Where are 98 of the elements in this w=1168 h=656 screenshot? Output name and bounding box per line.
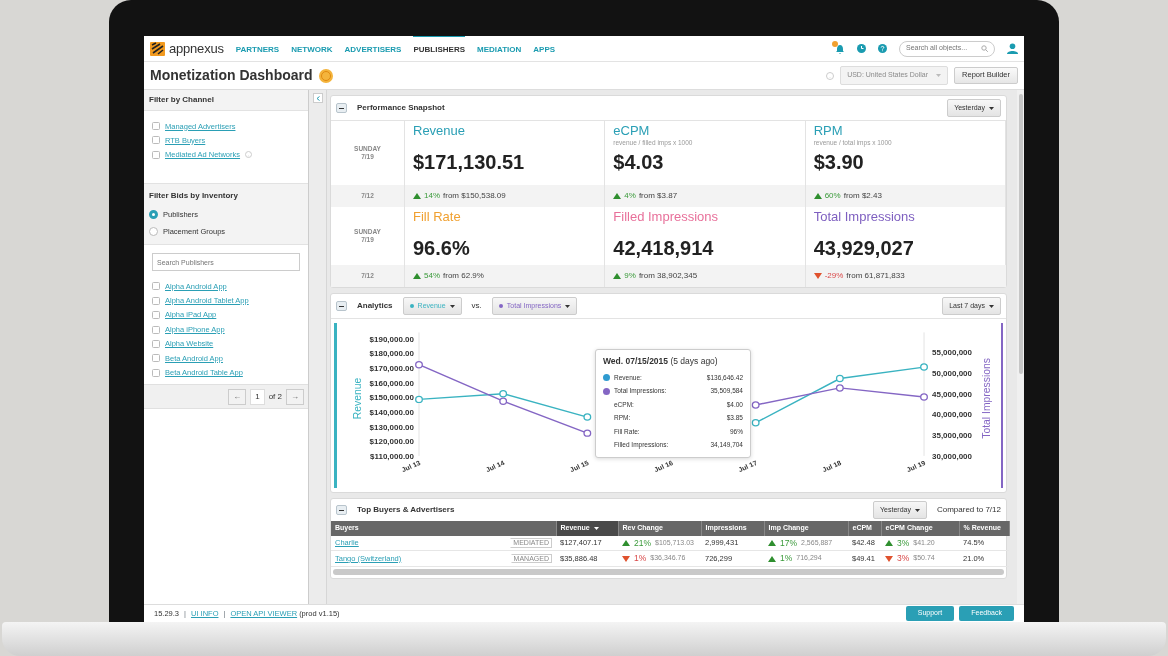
change-percent: -29% <box>824 270 844 282</box>
data-point <box>835 374 844 383</box>
metric-title: Total Impressions <box>813 210 916 225</box>
change-percent: 3% <box>897 552 910 565</box>
checkbox[interactable] <box>152 311 160 320</box>
axis-title: Revenue <box>350 377 364 420</box>
change-text: from 61,871,833 <box>846 270 905 282</box>
caret-icon <box>989 106 994 110</box>
clock-icon[interactable] <box>857 44 866 53</box>
data-point <box>583 413 592 421</box>
change-text: from 62.9% <box>443 270 484 282</box>
caret-icon <box>565 304 571 308</box>
data-point <box>920 393 928 401</box>
checkbox[interactable] <box>152 368 160 377</box>
metric-title: eCPM <box>613 124 651 139</box>
notification-dot <box>832 40 838 47</box>
nav-link[interactable]: NETWORK <box>291 36 333 62</box>
comparison-label: Compared to 7/12 <box>936 504 1001 516</box>
metric-value: 43,929,027 <box>813 237 915 260</box>
help-icon <box>826 71 835 80</box>
change-percent: 60% <box>824 190 841 202</box>
coin-icon <box>318 68 333 83</box>
logo-text: appnexus <box>169 39 224 58</box>
change-percent: 14% <box>424 190 440 202</box>
change-percent: 1% <box>634 552 647 565</box>
checkbox[interactable] <box>152 339 160 348</box>
checkbox[interactable] <box>152 122 160 131</box>
sort-caret-icon <box>593 526 599 530</box>
checkbox[interactable] <box>152 150 160 159</box>
vs-label: vs. <box>471 300 482 312</box>
collapse-button[interactable] <box>336 301 347 311</box>
checkbox[interactable] <box>152 296 160 305</box>
caret-icon <box>914 508 920 512</box>
nav-link[interactable]: APPS <box>533 36 556 62</box>
checkbox[interactable] <box>152 325 160 334</box>
collapse-sidebar-button[interactable] <box>312 93 323 103</box>
minus-icon <box>339 509 344 511</box>
card-title: Analytics <box>357 300 393 312</box>
change-percent: 17% <box>780 536 797 550</box>
collapse-button[interactable] <box>336 505 347 515</box>
data-point <box>499 389 508 398</box>
scrollbar[interactable] <box>1018 94 1023 374</box>
minus-icon <box>339 305 344 307</box>
caret-icon <box>989 304 994 308</box>
change-text: from $2.43 <box>843 190 882 202</box>
user-icon[interactable] <box>1007 43 1018 54</box>
section-title: Filter by Channel <box>144 90 308 111</box>
data-point <box>920 363 928 371</box>
metric-title: Filled Impressions <box>613 210 720 225</box>
radio-button[interactable] <box>149 227 158 237</box>
page-title: Monetization Dashboard <box>150 66 313 85</box>
tooltip-title: Wed. 07/15/2015 (5 days ago) <box>603 355 719 368</box>
checkbox[interactable] <box>152 354 160 363</box>
metric-title: Revenue <box>413 124 467 139</box>
page-count: of 2 <box>268 390 282 403</box>
chevron-left-icon <box>315 95 320 101</box>
scrollbar[interactable] <box>333 569 1004 575</box>
next-page-button[interactable]: → <box>286 388 304 405</box>
change-percent: 4% <box>624 190 636 202</box>
data-point <box>583 429 592 437</box>
help-icon[interactable] <box>878 44 887 53</box>
change-percent: 9% <box>624 270 636 282</box>
nav-link[interactable]: PUBLISHERS <box>413 36 465 62</box>
change-percent: 3% <box>897 536 910 550</box>
metric-value: $4.03 <box>613 151 665 174</box>
logo-icon <box>150 41 165 56</box>
card-title: Performance Snapshot <box>357 102 445 114</box>
metric-title: Fill Rate <box>413 210 462 225</box>
caret-icon <box>936 74 942 77</box>
metric-title: RPM <box>813 124 844 139</box>
data-point <box>415 360 423 369</box>
section-title: Filter Bids by Inventory <box>148 190 239 202</box>
metric-value: $3.90 <box>813 151 865 174</box>
change-text: from $3.87 <box>638 190 678 202</box>
metric-value: 96.6% <box>413 237 471 260</box>
card-title: Top Buyers & Advertisers <box>357 504 455 516</box>
minus-icon <box>339 107 344 109</box>
collapse-button[interactable] <box>336 103 347 113</box>
change-text: from 38,902,345 <box>638 270 698 282</box>
nav-link[interactable]: PARTNERS <box>235 36 280 62</box>
change-percent: 1% <box>780 552 793 565</box>
bell-icon[interactable] <box>835 43 845 54</box>
axis-title: Total Impressions <box>979 358 993 439</box>
data-point <box>415 395 423 404</box>
previous-page-button[interactable]: ← <box>228 388 247 405</box>
change-percent: 21% <box>634 536 651 550</box>
metric-value: 42,418,914 <box>613 237 715 260</box>
change-text: from $150,538.09 <box>443 190 506 202</box>
radio-button[interactable] <box>149 210 158 220</box>
nav-link[interactable]: ADVERTISERS <box>344 36 402 62</box>
checkbox[interactable] <box>152 136 160 145</box>
metric-value: $171,130.51 <box>413 151 526 174</box>
page-number-field[interactable]: 1 <box>250 388 265 405</box>
checkbox[interactable] <box>152 282 160 291</box>
change-percent: 54% <box>424 270 440 282</box>
search-icon <box>981 45 988 52</box>
caret-icon <box>449 304 455 308</box>
nav-link[interactable]: MEDIATION <box>477 36 522 62</box>
